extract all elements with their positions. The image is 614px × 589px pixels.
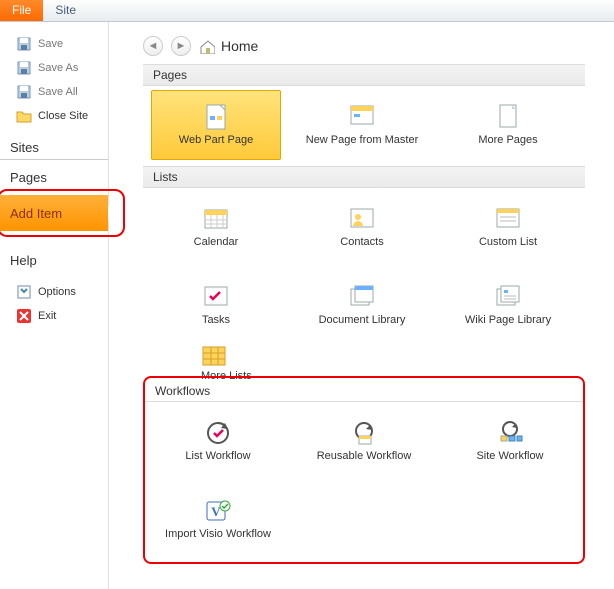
- tile-label: Contacts: [340, 236, 383, 248]
- disk-icon: [16, 60, 32, 76]
- home-icon: [199, 38, 215, 54]
- crumb-home-label: Home: [221, 38, 258, 54]
- tile-label: Site Workflow: [476, 450, 543, 462]
- tile-label: Document Library: [319, 314, 406, 326]
- tile-label: Reusable Workflow: [317, 450, 412, 462]
- add-item-label: Add Item: [10, 206, 62, 221]
- help-link[interactable]: Help: [0, 243, 108, 272]
- tile-reusable-workflow[interactable]: Reusable Workflow: [299, 406, 429, 476]
- visio-icon: [205, 498, 231, 524]
- tile-site-workflow[interactable]: Site Workflow: [445, 406, 575, 476]
- tile-label: Import Visio Workflow: [165, 528, 271, 540]
- exit-button[interactable]: Exit: [0, 304, 108, 328]
- section-pages: Pages Web Part Page New Page from Master…: [143, 64, 614, 164]
- tab-file[interactable]: File: [0, 0, 43, 21]
- section-lists-header: Lists: [143, 166, 585, 188]
- save-as-label: Save As: [38, 62, 100, 74]
- reusable-workflow-icon: [351, 420, 377, 446]
- close-icon: [16, 308, 32, 324]
- contacts-icon: [349, 206, 375, 232]
- disk-icon: [16, 84, 32, 100]
- tile-new-page-from-master[interactable]: New Page from Master: [297, 90, 427, 160]
- tile-web-part-page[interactable]: Web Part Page: [151, 90, 281, 160]
- tab-site[interactable]: Site: [43, 0, 88, 21]
- tile-label: Wiki Page Library: [465, 314, 551, 326]
- nav-back-button[interactable]: ◄: [143, 36, 163, 56]
- tile-contacts[interactable]: Contacts: [297, 192, 427, 262]
- tile-label: List Workflow: [185, 450, 250, 462]
- tile-list-workflow[interactable]: List Workflow: [153, 406, 283, 476]
- wiki-icon: [495, 284, 521, 310]
- tile-label: Custom List: [479, 236, 537, 248]
- doclib-icon: [349, 284, 375, 310]
- save-all-button[interactable]: Save All: [0, 80, 108, 104]
- options-label: Options: [38, 286, 100, 298]
- page-icon: [203, 104, 229, 130]
- section-lists: Lists Calendar Contacts Custom List Task…: [143, 166, 614, 382]
- options-button[interactable]: Options: [0, 280, 108, 304]
- main-panel: ◄ ► Home Pages Web Part Page New Page fr…: [109, 22, 614, 589]
- tile-wiki-page-library[interactable]: Wiki Page Library: [443, 270, 573, 340]
- ribbon: File Site: [0, 0, 614, 22]
- tile-label: Web Part Page: [179, 134, 253, 146]
- crumb-home[interactable]: Home: [199, 38, 258, 54]
- options-icon: [16, 284, 32, 300]
- pages-link[interactable]: Pages: [0, 160, 108, 189]
- tile-calendar[interactable]: Calendar: [151, 192, 281, 262]
- folder-icon: [16, 108, 32, 124]
- tile-label: New Page from Master: [306, 134, 418, 146]
- tile-import-visio-workflow[interactable]: Import Visio Workflow: [153, 484, 283, 554]
- tile-document-library[interactable]: Document Library: [297, 270, 427, 340]
- disk-icon: [16, 36, 32, 52]
- exit-label: Exit: [38, 310, 100, 322]
- breadcrumb: ◄ ► Home: [143, 36, 614, 56]
- tasks-icon: [203, 284, 229, 310]
- calendar-icon: [203, 206, 229, 232]
- save-button[interactable]: Save: [0, 32, 108, 56]
- master-page-icon: [349, 104, 375, 130]
- workflow-icon: [205, 420, 231, 446]
- tile-label: More Pages: [478, 134, 537, 146]
- document-icon: [495, 104, 521, 130]
- save-all-label: Save All: [38, 86, 100, 98]
- sidebar: Save Save As Save All Close Site Sites P…: [0, 22, 109, 589]
- section-workflows-header: Workflows: [145, 378, 583, 402]
- sites-header: Sites: [0, 128, 108, 160]
- highlight-workflows: Workflows List Workflow Reusable Workflo…: [143, 376, 585, 564]
- close-site-button[interactable]: Close Site: [0, 104, 108, 128]
- close-site-label: Close Site: [38, 110, 100, 122]
- list-icon: [495, 206, 521, 232]
- nav-fwd-button[interactable]: ►: [171, 36, 191, 56]
- save-label: Save: [38, 38, 100, 50]
- section-pages-header: Pages: [143, 64, 585, 86]
- tile-more-pages[interactable]: More Pages: [443, 90, 573, 160]
- page-body: Save Save As Save All Close Site Sites P…: [0, 22, 614, 589]
- tile-tasks[interactable]: Tasks: [151, 270, 281, 340]
- save-as-button[interactable]: Save As: [0, 56, 108, 80]
- tile-custom-list[interactable]: Custom List: [443, 192, 573, 262]
- add-item-button[interactable]: Add Item: [0, 195, 108, 231]
- grid-icon: [201, 344, 227, 370]
- tile-label: Calendar: [194, 236, 239, 248]
- tile-label: Tasks: [202, 314, 230, 326]
- site-workflow-icon: [497, 420, 523, 446]
